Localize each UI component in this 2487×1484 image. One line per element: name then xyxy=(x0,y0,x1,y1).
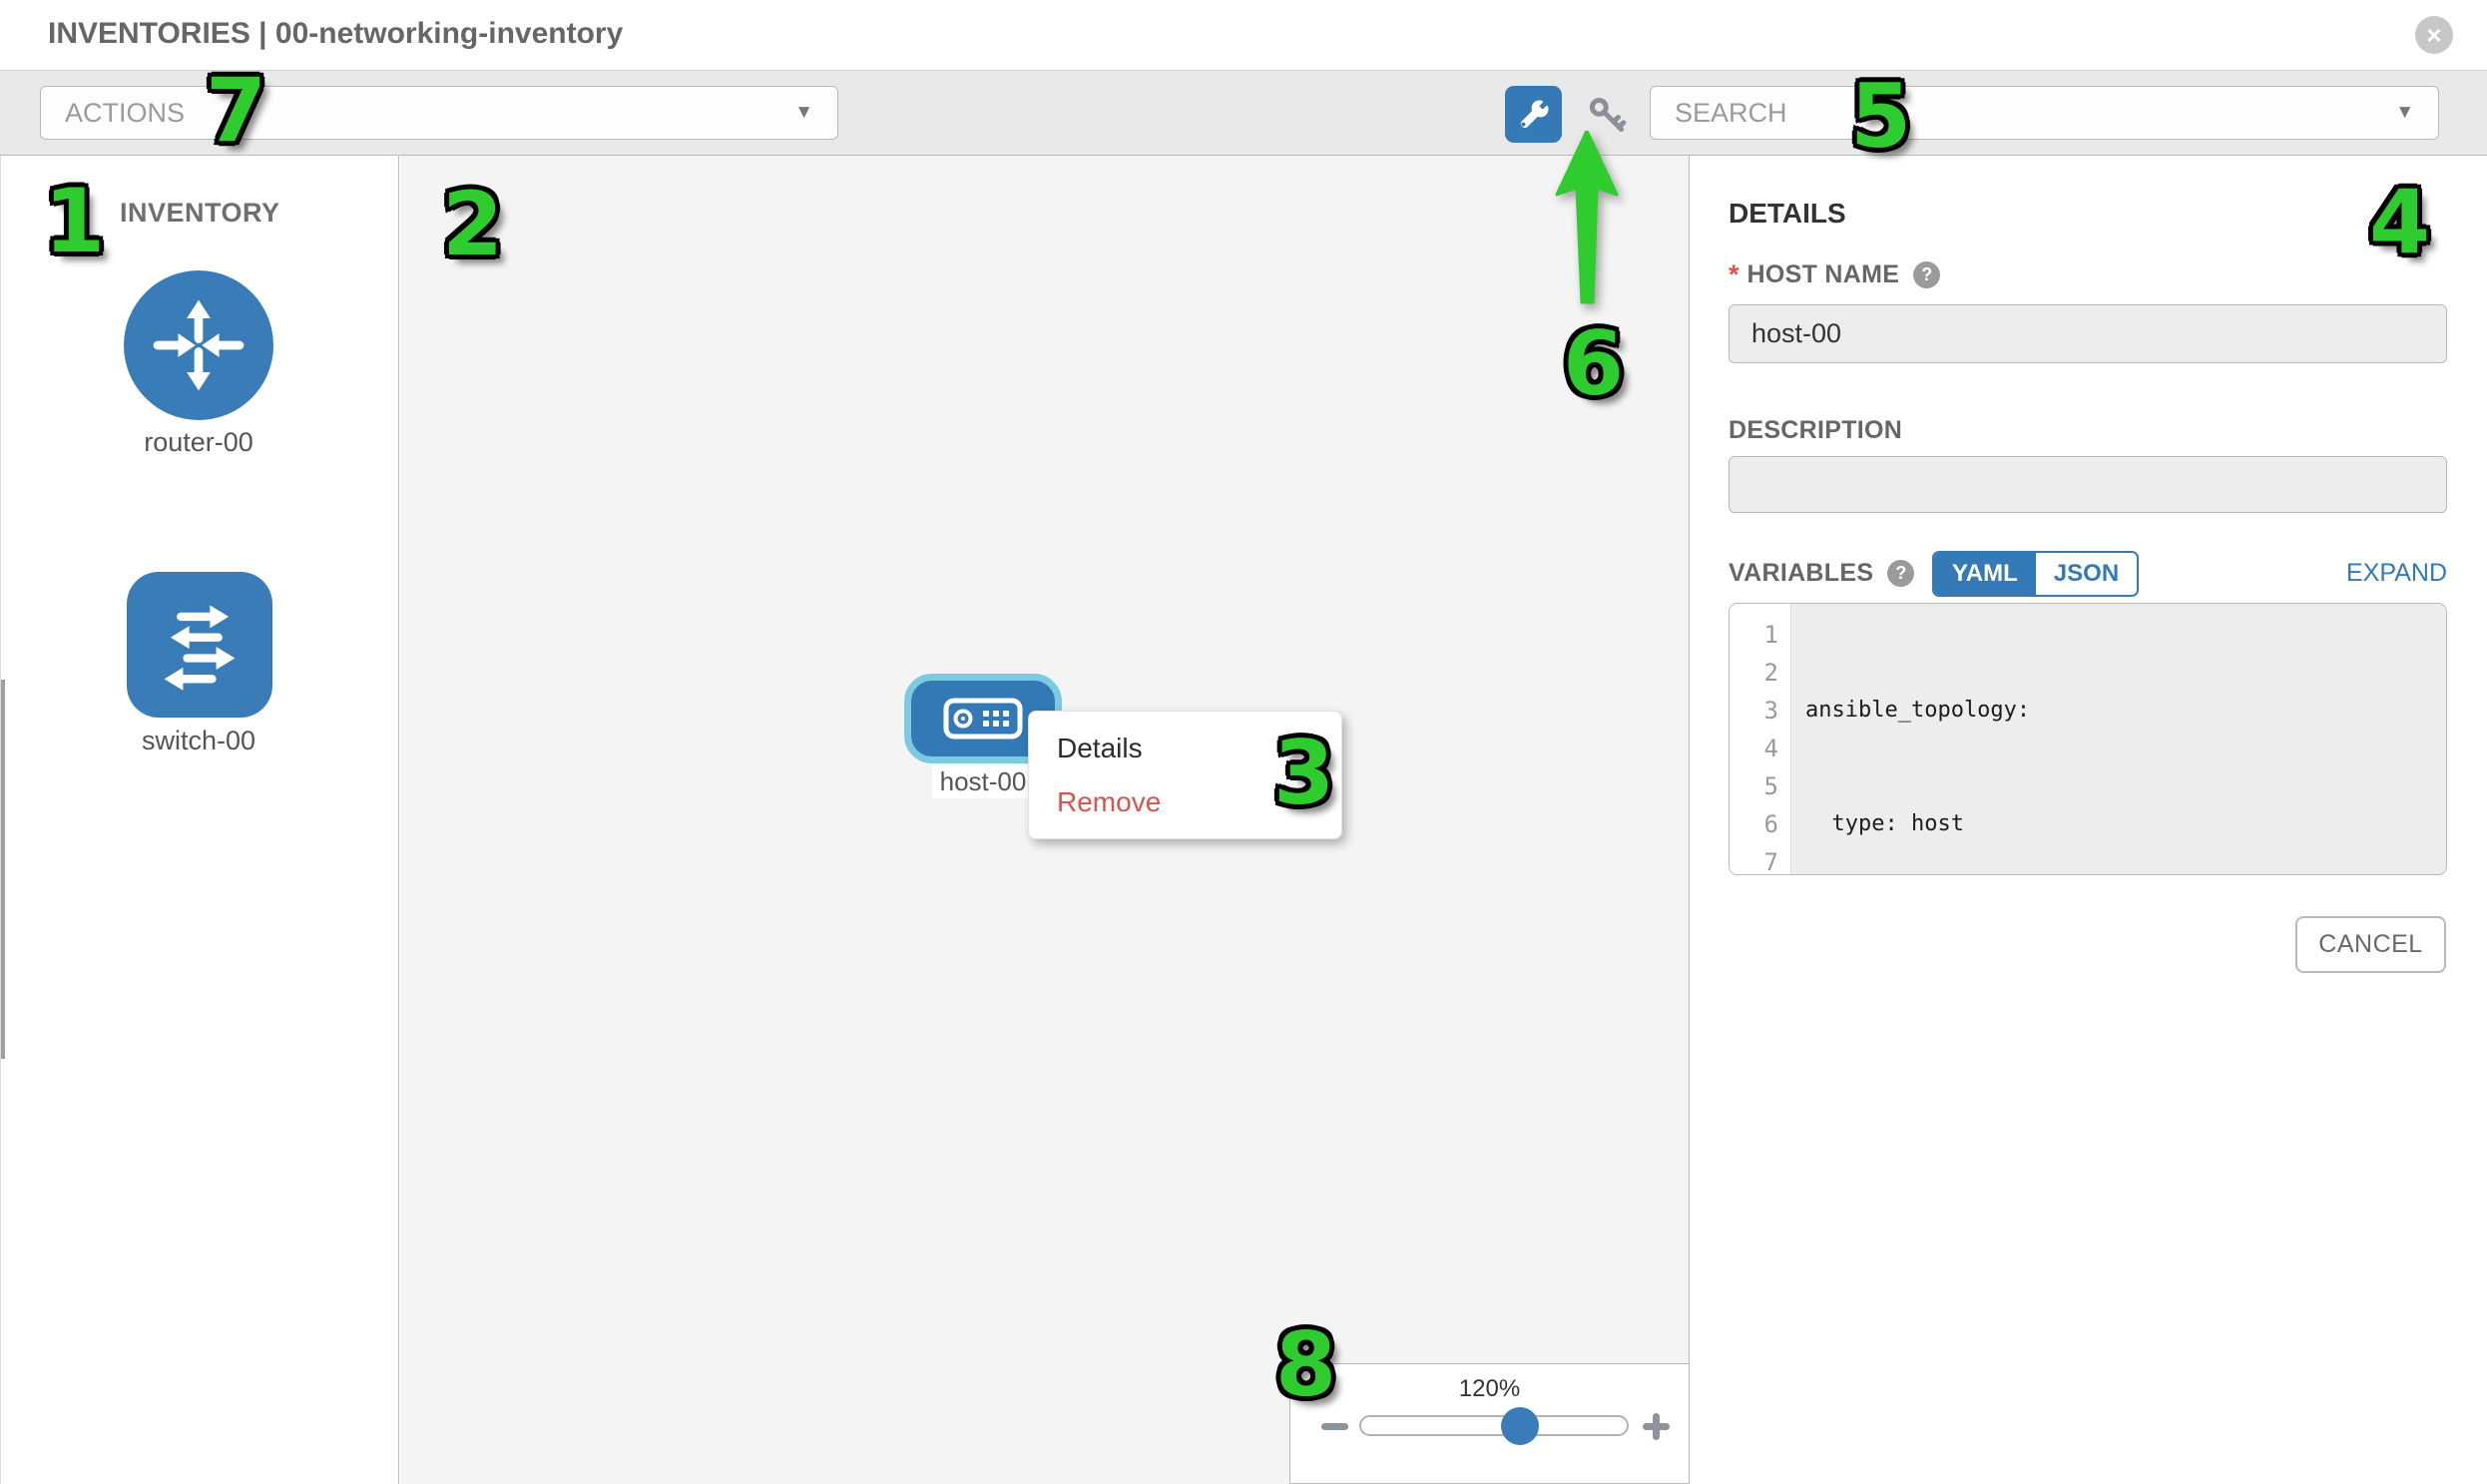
question-circle-icon[interactable]: ? xyxy=(1913,261,1940,288)
zoom-out-icon[interactable] xyxy=(1321,1423,1348,1430)
inventory-heading: INVENTORY xyxy=(120,198,280,229)
host-name-label-row: * HOST NAME ? xyxy=(1729,259,1940,290)
annotation-number-8: 8 xyxy=(1275,1321,1336,1409)
annotation-number-7: 7 xyxy=(206,67,266,155)
required-marker: * xyxy=(1729,259,1740,290)
sidebar-scrollbar[interactable] xyxy=(1,680,5,1059)
router-icon xyxy=(145,291,252,399)
question-circle-icon[interactable]: ? xyxy=(1887,560,1914,587)
sidebar-item-router-label: router-00 xyxy=(99,427,298,458)
tab-json[interactable]: JSON xyxy=(2036,553,2137,595)
sidebar-item-router[interactable] xyxy=(124,270,273,420)
variables-editor[interactable]: 1 2 3 4 5 6 7 ansible_topology: type: ho… xyxy=(1729,603,2447,875)
annotation-arrow-up-icon xyxy=(1555,131,1619,308)
zoom-in-icon[interactable] xyxy=(1643,1413,1670,1440)
search-dropdown-label: SEARCH xyxy=(1675,98,1787,129)
editor-code[interactable]: ansible_topology: type: host name: host-… xyxy=(1791,604,2446,874)
description-field[interactable] xyxy=(1729,456,2447,513)
host-name-label: HOST NAME xyxy=(1747,260,1900,289)
expand-link[interactable]: EXPAND xyxy=(2346,559,2447,588)
header-bar: INVENTORIES | 00-networking-inventory × xyxy=(0,0,2487,71)
editor-line-numbers: 1 2 3 4 5 6 7 xyxy=(1730,604,1791,874)
variables-format-toggle: YAML JSON xyxy=(1932,551,2139,597)
description-label: DESCRIPTION xyxy=(1729,416,1902,445)
inventory-topology-app: INVENTORIES | 00-networking-inventory × … xyxy=(0,0,2487,1484)
cancel-button[interactable]: CANCEL xyxy=(2295,916,2446,973)
toolbar: ACTIONS ▼ SEARCH ▼ xyxy=(0,71,2487,156)
annotation-number-2: 2 xyxy=(442,181,503,268)
sidebar-item-switch[interactable] xyxy=(127,572,272,718)
annotation-number-5: 5 xyxy=(1850,73,1911,161)
zoom-slider-thumb[interactable] xyxy=(1501,1407,1539,1445)
actions-dropdown-label: ACTIONS xyxy=(65,98,185,129)
page-title: INVENTORIES | 00-networking-inventory xyxy=(48,17,623,51)
variables-label-row: VARIABLES ? xyxy=(1729,559,1914,588)
tab-yaml[interactable]: YAML xyxy=(1934,553,2036,595)
variables-label: VARIABLES xyxy=(1729,559,1873,588)
search-dropdown[interactable]: SEARCH ▼ xyxy=(1650,86,2439,140)
caret-down-icon: ▼ xyxy=(794,102,813,124)
code-line: ansible_topology: xyxy=(1805,692,2446,730)
code-line: type: host xyxy=(1805,805,2446,843)
switch-icon xyxy=(148,593,251,697)
caret-down-icon: ▼ xyxy=(2395,102,2414,124)
host-icon xyxy=(943,698,1023,740)
close-icon[interactable]: × xyxy=(2415,16,2453,54)
wrench-icon xyxy=(1517,98,1551,132)
host-name-field[interactable]: host-00 xyxy=(1729,304,2447,363)
annotation-number-1: 1 xyxy=(44,178,105,265)
annotation-number-3: 3 xyxy=(1273,730,1334,817)
zoom-level-value: 120% xyxy=(1289,1375,1690,1403)
details-heading: DETAILS xyxy=(1729,198,1846,230)
description-label-row: DESCRIPTION xyxy=(1729,416,1902,445)
tools-button[interactable] xyxy=(1505,86,1562,143)
sidebar-item-switch-label: switch-00 xyxy=(99,726,298,756)
zoom-slider-track[interactable] xyxy=(1359,1415,1629,1436)
actions-dropdown[interactable]: ACTIONS ▼ xyxy=(40,86,838,140)
annotation-number-4: 4 xyxy=(2369,179,2430,266)
annotation-number-6: 6 xyxy=(1563,320,1624,408)
